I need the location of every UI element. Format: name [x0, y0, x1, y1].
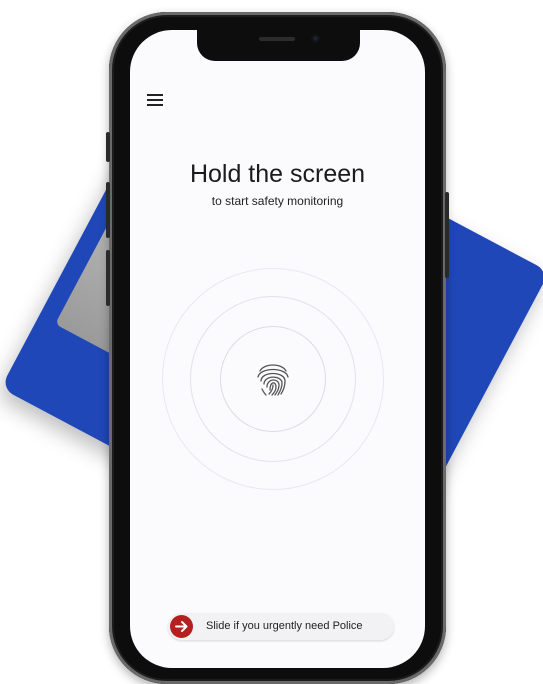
slider-label: Slide if you urgently need Police	[206, 620, 363, 632]
arrow-right-icon	[175, 621, 188, 632]
notch	[197, 30, 360, 61]
mute-switch	[106, 132, 110, 162]
menu-button[interactable]	[147, 94, 163, 108]
front-camera	[311, 34, 320, 43]
police-slider[interactable]: Slide if you urgently need Police	[168, 613, 394, 640]
fingerprint-button[interactable]	[252, 357, 294, 399]
slider-knob[interactable]	[170, 615, 193, 638]
speaker-grille	[259, 37, 295, 41]
volume-down-button	[106, 250, 110, 306]
phone-screen: Hold the screen to start safety monitori…	[130, 30, 425, 668]
page-subtitle: to start safety monitoring	[211, 194, 344, 208]
fingerprint-icon	[257, 364, 289, 396]
power-button	[445, 192, 449, 278]
phone-frame: Hold the screen to start safety monitori…	[106, 12, 449, 684]
volume-up-button	[106, 182, 110, 238]
page-title: Hold the screen	[189, 160, 366, 188]
menu-icon	[147, 94, 163, 106]
